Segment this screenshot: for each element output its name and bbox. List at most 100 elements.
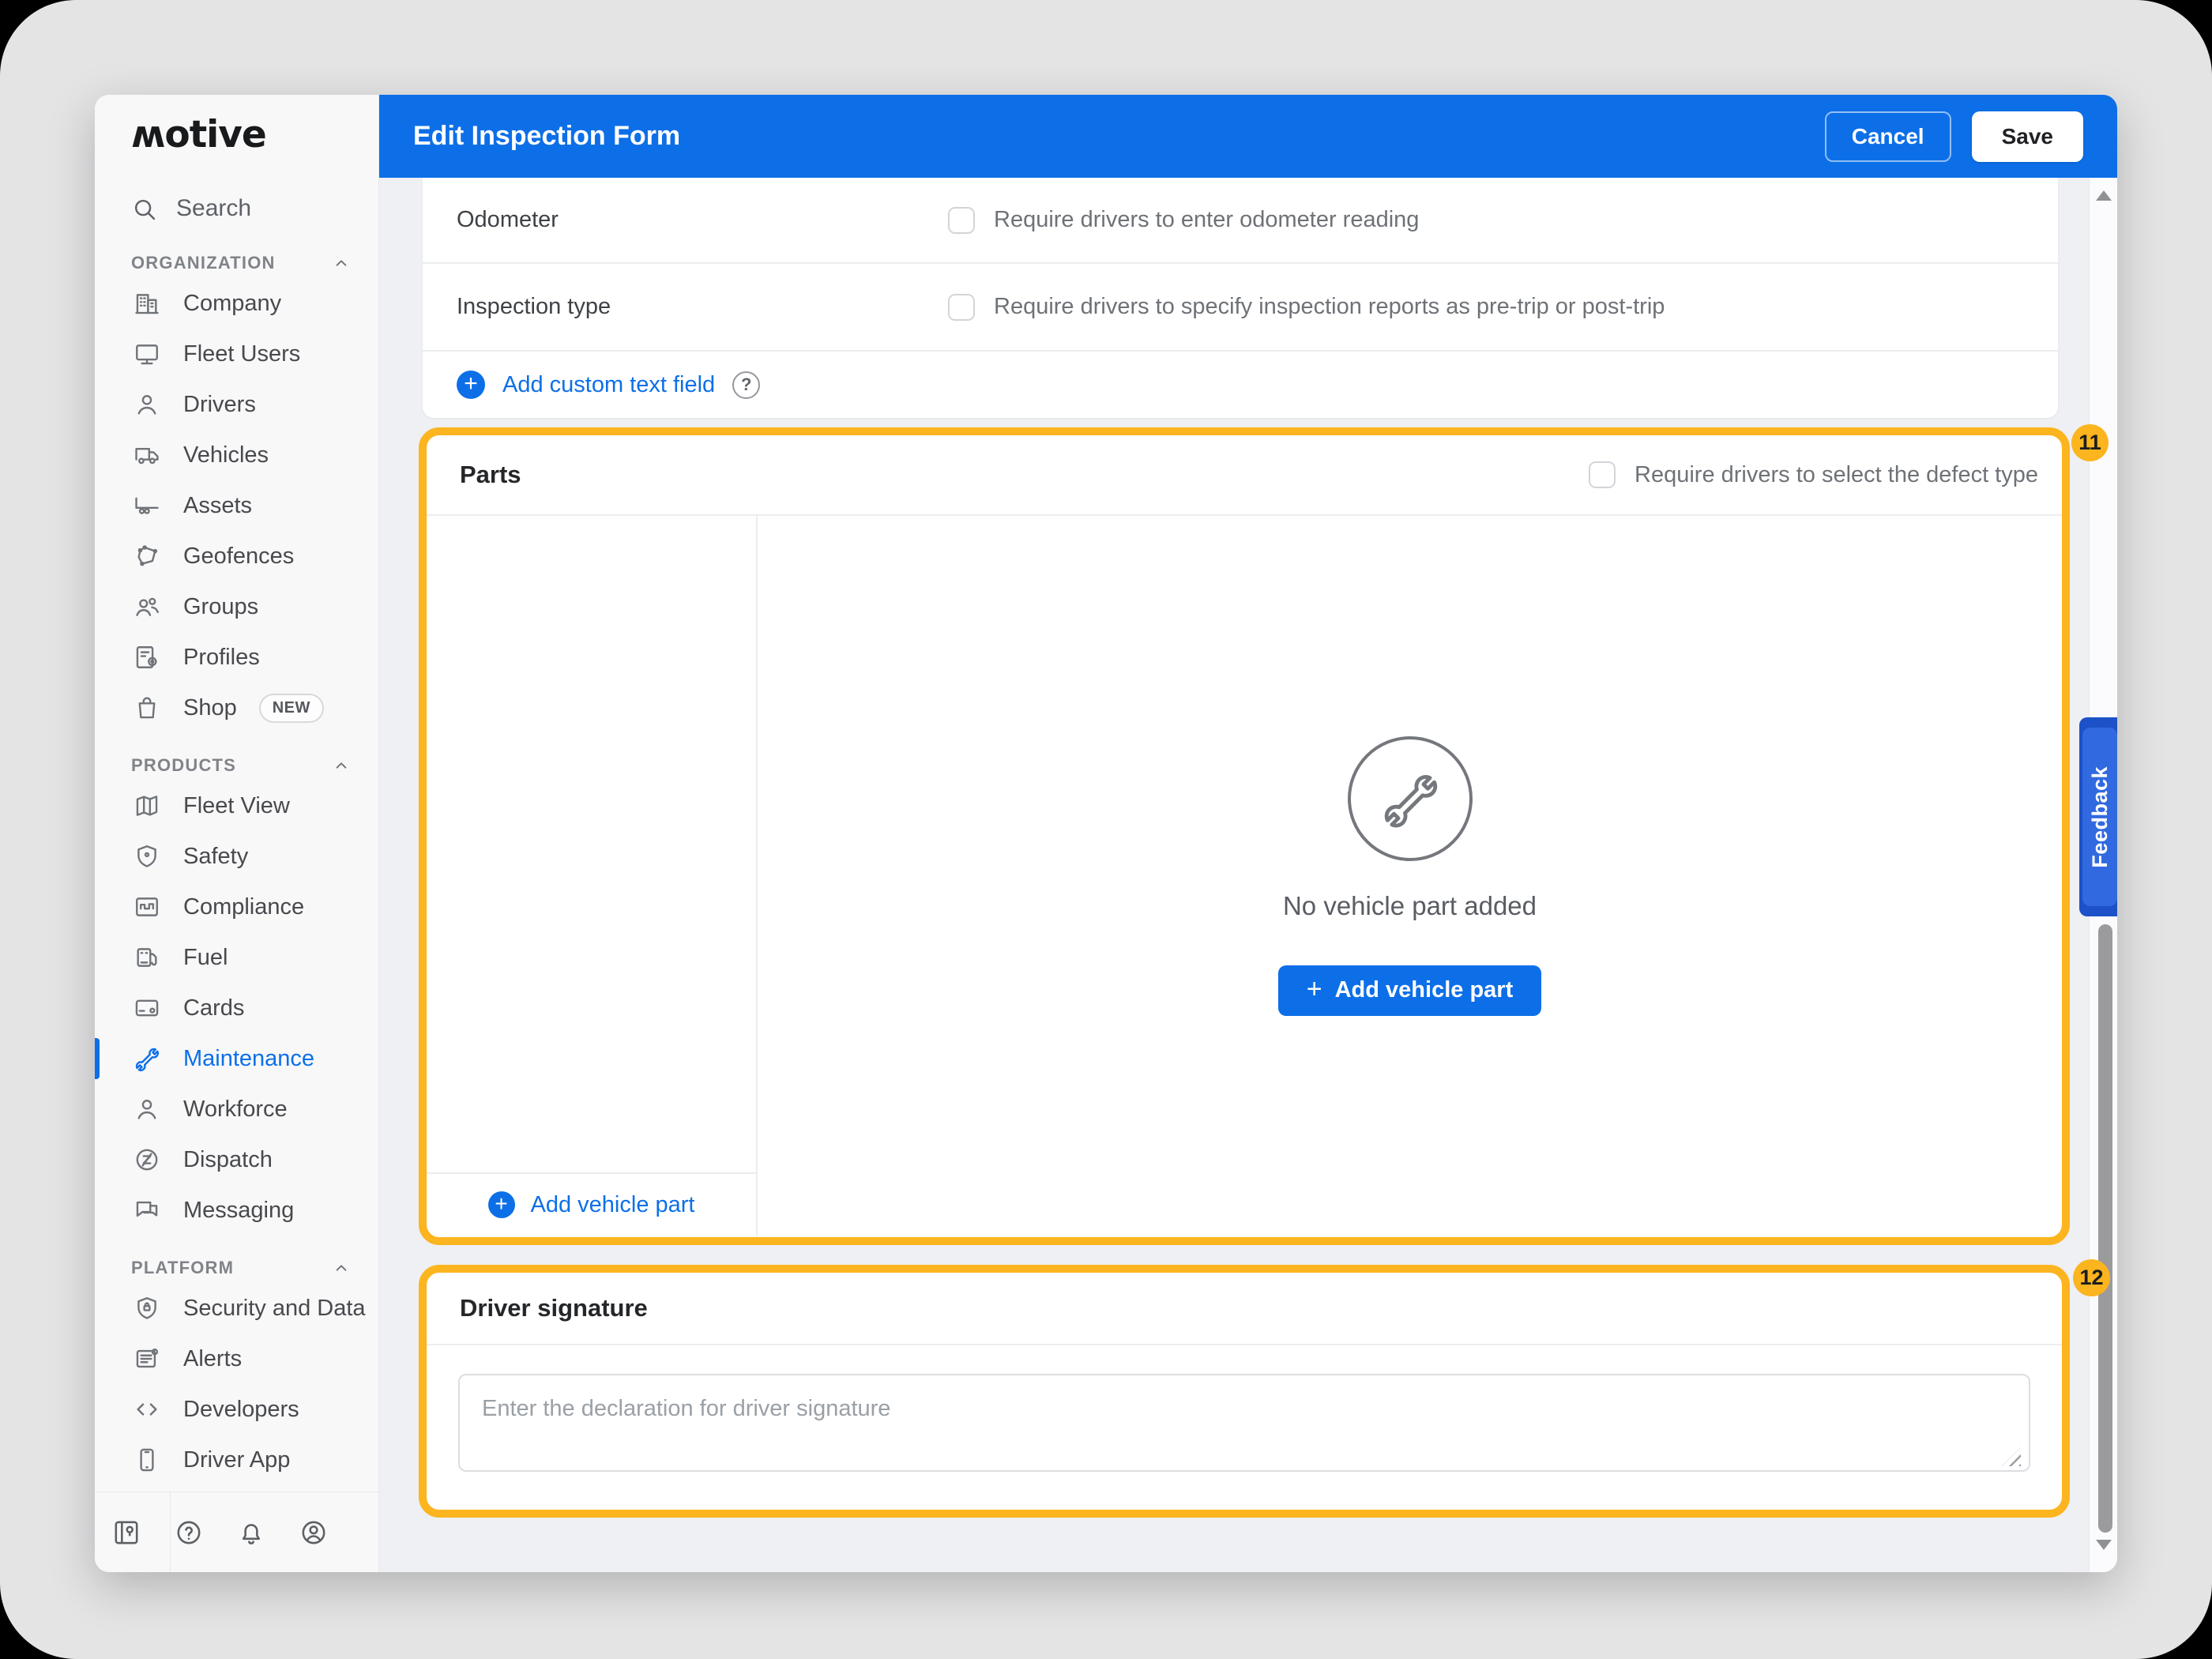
driver-signature-title: Driver signature <box>460 1294 2062 1322</box>
nav-section-header-platform: PLATFORM <box>95 1236 378 1283</box>
help-icon[interactable] <box>732 371 760 399</box>
code-icon <box>131 1396 163 1423</box>
logbook-map-icon[interactable] <box>95 1518 157 1547</box>
people-icon <box>131 593 163 620</box>
scrollbar-thumb[interactable] <box>2098 924 2112 1533</box>
sidebar-item-workforce[interactable]: Workforce <box>95 1084 378 1134</box>
app-window: ʍotive Search ORGANIZATIONCompanyFleet U… <box>95 95 2117 1572</box>
map-icon <box>131 792 163 819</box>
sidebar-item-security-and-data[interactable]: Security and Data <box>95 1283 378 1334</box>
nav-section-label: ORGANIZATION <box>131 253 331 273</box>
sidebar-item-label: Developers <box>183 1397 299 1423</box>
feedback-tab[interactable]: Feedback <box>2079 717 2117 916</box>
sidebar-item-fuel[interactable]: Fuel <box>95 932 378 983</box>
defect-type-option: Require drivers to select the defect typ… <box>1589 461 2038 488</box>
odometer-option: Require drivers to enter odometer readin… <box>948 207 1419 234</box>
person-icon <box>131 1096 163 1123</box>
parts-section-highlight: Parts Require drivers to select the defe… <box>419 427 2070 1245</box>
parts-list-empty-area <box>427 516 756 1172</box>
sidebar-item-label: Safety <box>183 844 248 870</box>
sidebar-item-shop[interactable]: Shop NEW <box>95 683 378 733</box>
sidebar-item-driver-app[interactable]: Driver App <box>95 1435 378 1485</box>
sidebar-item-profiles[interactable]: Profiles <box>95 632 378 683</box>
shield-lock-icon <box>131 1295 163 1322</box>
help-icon[interactable] <box>157 1518 220 1547</box>
compliance-chart-icon <box>131 893 163 920</box>
search-label: Search <box>176 195 251 222</box>
driver-signature-declaration-input[interactable] <box>458 1374 2030 1472</box>
search-icon <box>131 196 157 222</box>
bell-icon[interactable] <box>220 1518 282 1547</box>
geofence-icon <box>131 543 163 570</box>
inspection-type-option: Require drivers to specify inspection re… <box>948 294 1665 321</box>
sidebar-item-drivers[interactable]: Drivers <box>95 379 378 430</box>
sidebar-item-alerts[interactable]: Alerts <box>95 1334 378 1384</box>
profile-card-icon <box>131 644 163 671</box>
account-icon[interactable] <box>282 1518 344 1547</box>
scroll-up-arrow[interactable] <box>2096 190 2112 201</box>
sidebar-item-label: Vehicles <box>183 442 269 468</box>
sidebar-item-assets[interactable]: Assets <box>95 480 378 531</box>
sidebar-item-label: Maintenance <box>183 1046 314 1072</box>
sidebar-item-safety[interactable]: Safety <box>95 831 378 882</box>
monitor-icon <box>131 340 163 367</box>
inspection-type-checkbox[interactable] <box>948 294 975 321</box>
page-header: Edit Inspection Form Cancel Save <box>379 95 2117 178</box>
wrench-icon <box>1348 736 1473 861</box>
sidebar-item-company[interactable]: Company <box>95 278 378 329</box>
compass-icon <box>131 1146 163 1173</box>
chevron-up-icon[interactable] <box>331 253 352 273</box>
parts-body: Add vehicle part No vehicle part added <box>427 516 2062 1236</box>
add-vehicle-part-button[interactable]: + Add vehicle part <box>1278 965 1541 1016</box>
cancel-button[interactable]: Cancel <box>1825 111 1951 162</box>
sidebar-item-label: Company <box>183 291 281 317</box>
sidebar-item-cards[interactable]: Cards <box>95 983 378 1033</box>
desktop-background: ʍotive Search ORGANIZATIONCompanyFleet U… <box>0 0 2212 1659</box>
sidebar-item-messaging[interactable]: Messaging <box>95 1185 378 1236</box>
person-icon <box>131 391 163 418</box>
add-custom-text-field-link[interactable]: Add custom text field <box>502 372 715 398</box>
chevron-up-icon[interactable] <box>331 755 352 776</box>
sidebar-item-vehicles[interactable]: Vehicles <box>95 430 378 480</box>
sidebar-item-label: Shop <box>183 695 237 721</box>
add-vehicle-part-link[interactable]: Add vehicle part <box>531 1192 695 1218</box>
sidebar-item-label: Drivers <box>183 392 256 418</box>
sidebar-item-dispatch[interactable]: Dispatch <box>95 1134 378 1185</box>
building-icon <box>131 290 163 317</box>
footer-divider <box>170 1492 171 1572</box>
sidebar-item-groups[interactable]: Groups <box>95 581 378 632</box>
sidebar-item-fleet-users[interactable]: Fleet Users <box>95 329 378 379</box>
save-button[interactable]: Save <box>1972 111 2083 162</box>
odometer-checkbox[interactable] <box>948 207 975 234</box>
sidebar-item-geofences[interactable]: Geofences <box>95 531 378 581</box>
chat-icon <box>131 1197 163 1224</box>
scroll-down-arrow[interactable] <box>2096 1540 2112 1550</box>
sidebar-item-developers[interactable]: Developers <box>95 1384 378 1435</box>
feedback-tab-label: Feedback <box>2088 766 2112 868</box>
annotation-badge-11: 11 <box>2071 424 2109 461</box>
add-vehicle-part-button-label: Add vehicle part <box>1335 977 1514 1003</box>
parts-list-panel: Add vehicle part <box>427 516 758 1236</box>
credit-card-icon <box>131 995 163 1021</box>
sidebar-item-compliance[interactable]: Compliance <box>95 882 378 932</box>
add-vehicle-part-link-row[interactable]: Add vehicle part <box>427 1172 756 1236</box>
sidebar-item-label: Security and Data <box>183 1296 366 1322</box>
new-badge: NEW <box>259 694 324 723</box>
sidebar-item-label: Messaging <box>183 1198 294 1224</box>
inspection-type-option-label: Require drivers to specify inspection re… <box>994 294 1665 320</box>
parts-empty-state: No vehicle part added + Add vehicle part <box>758 516 2062 1236</box>
row-label: Inspection type <box>423 294 948 320</box>
nav-section-label: PLATFORM <box>131 1258 331 1278</box>
sidebar-search[interactable]: Search <box>95 186 378 231</box>
sidebar-item-label: Driver App <box>183 1447 290 1473</box>
defect-type-checkbox[interactable] <box>1589 461 1616 488</box>
plus-icon <box>488 1191 515 1218</box>
driver-signature-header: Driver signature <box>427 1273 2062 1344</box>
trailer-icon <box>131 492 163 519</box>
main-panel: Edit Inspection Form Cancel Save Odomete… <box>379 95 2117 1572</box>
chevron-up-icon[interactable] <box>331 1258 352 1278</box>
sidebar-item-fleet-view[interactable]: Fleet View <box>95 781 378 831</box>
sidebar-item-maintenance[interactable]: Maintenance <box>95 1033 378 1084</box>
nav-section-label: PRODUCTS <box>131 755 331 776</box>
nav-section-header-organization: ORGANIZATION <box>95 231 378 278</box>
